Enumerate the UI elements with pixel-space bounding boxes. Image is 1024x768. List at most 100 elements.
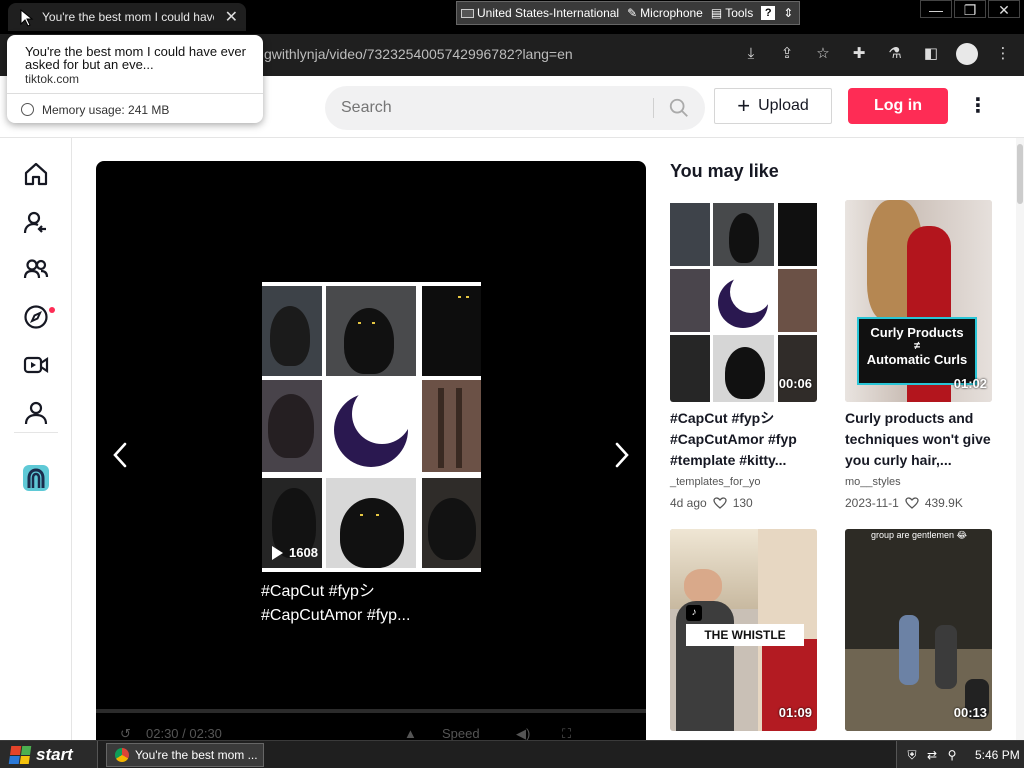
- video-author[interactable]: _templates_for_yo: [670, 476, 761, 488]
- browser-menu-icon[interactable]: ⋮: [992, 42, 1014, 66]
- side-nav: [0, 138, 72, 740]
- taskbar-chrome-window[interactable]: You're the best mom ...: [106, 743, 264, 767]
- tab-hover-card: You're the best mom I could have ever as…: [7, 35, 263, 123]
- language-bar: United States-International ✎ Microphone …: [456, 1, 800, 25]
- window-controls: — ❐ ✕: [918, 0, 1020, 18]
- start-button[interactable]: start: [0, 741, 98, 768]
- play-count-value: 1608: [289, 545, 318, 560]
- overlay-line: Curly Products: [870, 325, 964, 340]
- more-options-icon[interactable]: ⋮: [968, 92, 988, 122]
- start-label: start: [36, 745, 73, 764]
- collage-photo: [422, 478, 481, 568]
- collage-photo: [422, 286, 481, 376]
- microphone-label: Microphone: [640, 6, 703, 20]
- notification-dot: [49, 307, 55, 313]
- taskbar-item-label: You're the best mom ...: [135, 748, 258, 762]
- install-icon[interactable]: ⤓: [740, 42, 762, 66]
- microphone-button[interactable]: ✎ Microphone: [627, 6, 703, 20]
- page-scrollbar[interactable]: [1016, 138, 1024, 740]
- hover-card-title: You're the best mom I could have ever as…: [25, 44, 246, 72]
- nav-explore-icon[interactable]: [20, 301, 52, 333]
- tools-button[interactable]: ▤ Tools: [711, 6, 753, 20]
- search-bar: [325, 86, 705, 130]
- video-thumbnail[interactable]: Curly Products ≠ Automatic Curls: [845, 200, 992, 402]
- nav-following-icon[interactable]: [20, 207, 52, 239]
- nav-profile-icon[interactable]: [20, 397, 52, 429]
- nav-friends-icon[interactable]: [20, 253, 52, 285]
- profile-avatar-icon[interactable]: [956, 42, 978, 66]
- hover-card-memory: Memory usage: 241 MB: [42, 103, 170, 117]
- video-progress-bar[interactable]: [96, 709, 646, 713]
- video-duration: 00:13: [953, 705, 987, 720]
- hover-card-divider: [7, 93, 263, 94]
- play-count: 1608: [272, 545, 318, 560]
- previous-arrow-icon[interactable]: [110, 441, 130, 469]
- side-panel-icon[interactable]: ◧: [920, 42, 942, 66]
- video-duration: 00:06: [778, 376, 812, 391]
- hover-card-domain: tiktok.com: [25, 72, 80, 86]
- heart-icon: [713, 497, 727, 509]
- video-description[interactable]: #CapCut #fypシ #CapCutAmor #fyp #template…: [670, 408, 820, 471]
- clock[interactable]: 5:46 PM: [975, 748, 1020, 762]
- os-taskbar: start You're the best mom ... ⛨ ⇄ ⚲ 5:46…: [0, 740, 1024, 768]
- lab-flask-icon[interactable]: ⚗: [884, 42, 906, 66]
- upload-button[interactable]: + Upload: [714, 88, 832, 124]
- recommended-video-card[interactable]: ♪ THE WHISTLE 01:09: [670, 529, 817, 731]
- help-icon[interactable]: ?: [761, 6, 776, 20]
- nav-live-icon[interactable]: [20, 349, 52, 381]
- nav-home-icon[interactable]: [20, 158, 52, 190]
- tab-close-icon[interactable]: ✕: [225, 7, 238, 27]
- video-date: 4d ago: [670, 496, 707, 510]
- video-duration: 01:09: [778, 705, 812, 720]
- extensions-icon[interactable]: ✚: [848, 42, 870, 66]
- scrollbar-thumb[interactable]: [1017, 144, 1023, 204]
- upload-label: Upload: [758, 97, 809, 114]
- nav-divider: [14, 432, 58, 433]
- video-thumbnail[interactable]: ♪ THE WHISTLE: [670, 529, 817, 731]
- minimize-icon[interactable]: —: [920, 0, 952, 18]
- video-likes: 130: [732, 496, 753, 510]
- browser-tab[interactable]: You're the best mom I could have e ✕: [8, 3, 246, 31]
- nav-creator-app-icon[interactable]: [20, 462, 52, 494]
- tiktok-logo-icon: ♪: [686, 605, 702, 621]
- collage-photo: [262, 380, 322, 472]
- overlay-line: ≠: [913, 340, 921, 352]
- heart-icon: [905, 497, 919, 509]
- security-shield-icon[interactable]: ⛨: [905, 748, 919, 762]
- video-thumbnail[interactable]: [670, 200, 817, 402]
- collage-photo: [326, 286, 416, 376]
- microphone-icon: ✎: [627, 6, 638, 20]
- system-tray: ⛨ ⇄ ⚲ 5:46 PM: [896, 741, 1024, 768]
- browser-titlebar: You're the best mom I could have e ✕ Uni…: [0, 0, 1024, 34]
- restore-icon[interactable]: ❐: [954, 0, 986, 18]
- options-icon[interactable]: ⇕: [783, 6, 793, 20]
- video-author[interactable]: mo__styles: [845, 476, 901, 488]
- search-input[interactable]: [339, 96, 639, 120]
- crescent-moon-image: [326, 380, 416, 472]
- video-time: 02:30 / 02:30: [146, 726, 222, 741]
- video-overlay-text: group are gentlemen 😂: [870, 530, 968, 540]
- cast-icon[interactable]: ▲: [404, 726, 417, 741]
- search-icon[interactable]: [668, 97, 690, 119]
- network-icon[interactable]: ⇄: [925, 748, 939, 762]
- bookmark-star-icon[interactable]: ☆: [812, 42, 834, 66]
- video-meta: 2023-11-1 439.9K: [845, 496, 963, 510]
- tools-label: Tools: [725, 6, 754, 20]
- url-field[interactable]: gwithlynja/video/7323254005742996782?lan…: [264, 46, 573, 62]
- video-overlay-text: Curly Products ≠ Automatic Curls: [857, 317, 977, 385]
- speed-control[interactable]: Speed: [442, 726, 480, 741]
- video-thumbnail[interactable]: group are gentlemen 😂: [845, 529, 992, 731]
- next-arrow-icon[interactable]: [612, 441, 632, 469]
- video-frame[interactable]: [262, 282, 481, 572]
- share-icon[interactable]: ⇪: [776, 42, 798, 66]
- mouse-cursor-icon: [20, 9, 34, 27]
- recommended-video-card[interactable]: group are gentlemen 😂 00:13: [845, 529, 992, 731]
- window-close-icon[interactable]: ✕: [988, 0, 1020, 18]
- language-label: United States-International: [477, 6, 620, 20]
- overlay-line: Automatic Curls: [866, 352, 968, 367]
- language-selector[interactable]: United States-International: [461, 6, 619, 20]
- search-tray-icon[interactable]: ⚲: [945, 748, 959, 762]
- login-button[interactable]: Log in: [848, 88, 948, 124]
- video-description[interactable]: Curly products and techniques won't give…: [845, 408, 995, 471]
- caption-line: #CapCut #fypシ: [261, 583, 375, 600]
